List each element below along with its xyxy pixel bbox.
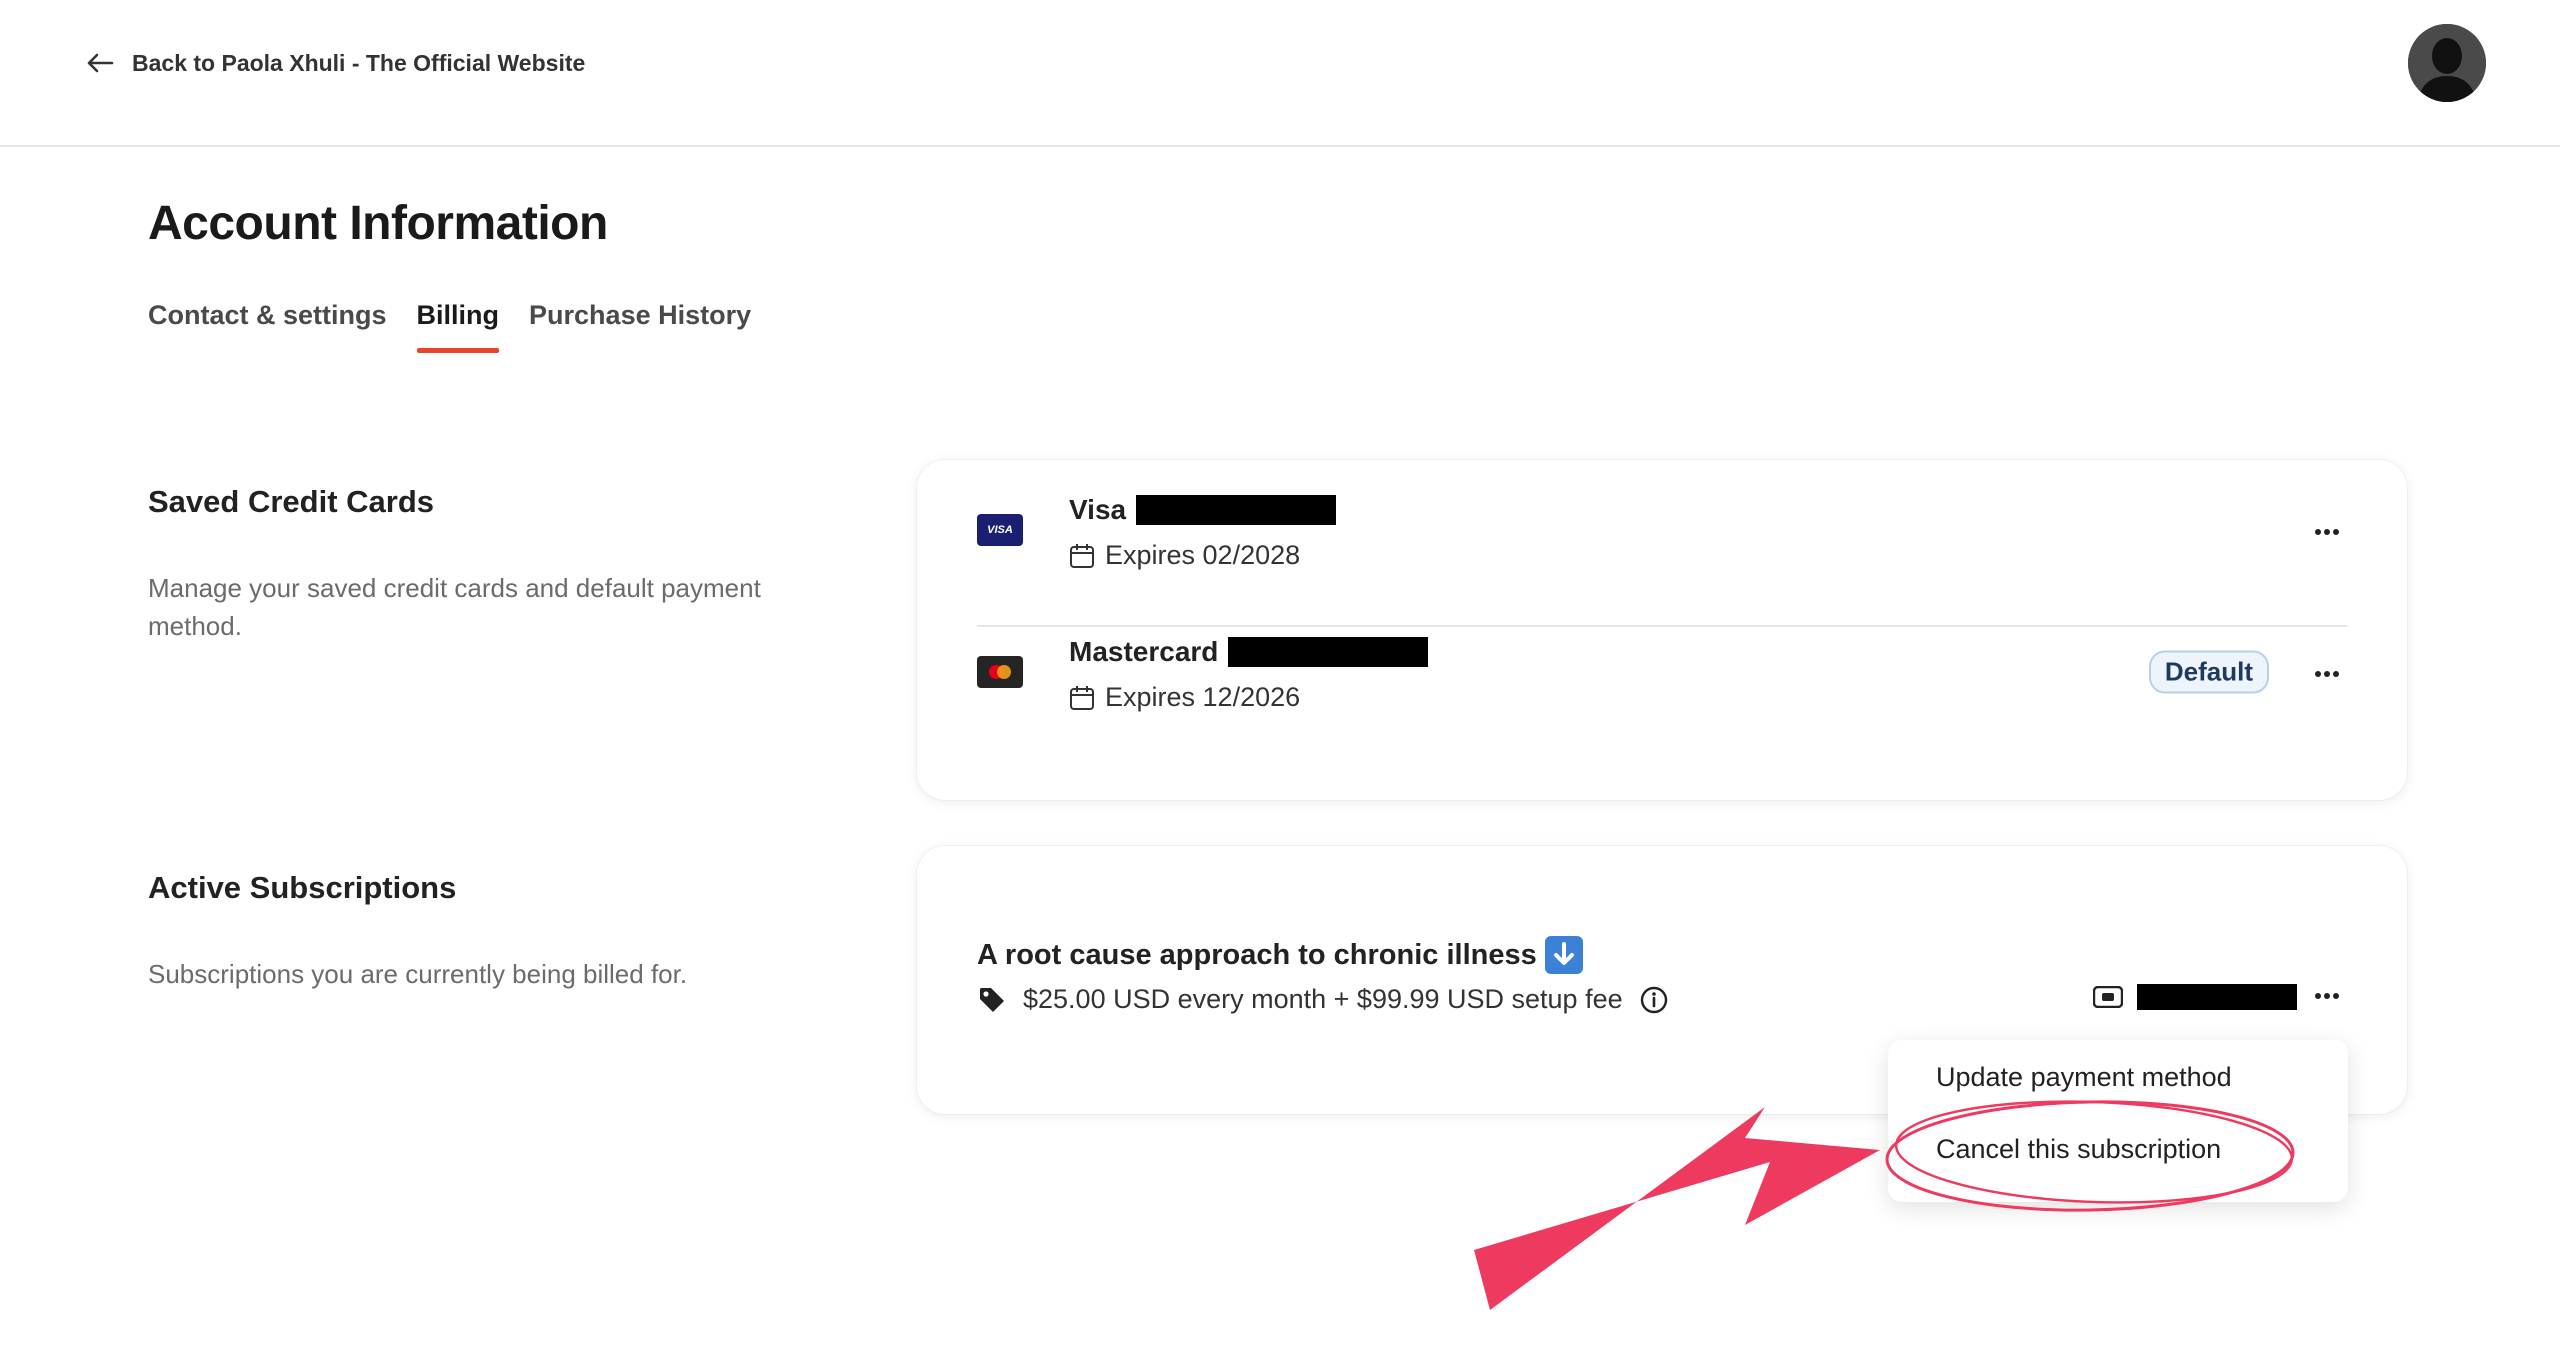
back-link[interactable]: Back to Paola Xhuli - The Official Websi…	[86, 46, 585, 80]
subscription-more-button[interactable]	[2307, 976, 2347, 1016]
saved-cards-description: Manage your saved credit cards and defau…	[148, 573, 761, 641]
redacted-card-number	[2137, 984, 2297, 1010]
tab-contact-settings[interactable]: Contact & settings	[148, 300, 387, 353]
card-icon	[2093, 986, 2123, 1008]
subscriptions-description: Subscriptions you are currently being bi…	[148, 959, 688, 989]
info-icon[interactable]	[1639, 985, 1669, 1015]
default-badge: Default	[2148, 650, 2269, 694]
saved-cards-card: VISA Visa Expires 02/2028 Mastercard Exp…	[917, 460, 2407, 800]
visa-logo-icon: VISA	[977, 514, 1023, 546]
calendar-icon	[1070, 543, 1094, 568]
more-horizontal-icon	[2315, 671, 2339, 677]
card-expiry: Expires 12/2026	[1069, 682, 1300, 713]
card-more-button[interactable]	[2307, 654, 2347, 694]
calendar-icon	[1070, 685, 1094, 710]
subscription-price: $25.00 USD every month + $99.99 USD setu…	[977, 984, 1669, 1015]
card-name: Visa	[1069, 494, 1337, 526]
subscription-name: A root cause approach to chronic illness	[977, 936, 1583, 974]
avatar-silhouette-icon	[2408, 24, 2486, 102]
card-row-mastercard: Mastercard Expires 12/2026 Default	[977, 602, 2347, 742]
saved-cards-title: Saved Credit Cards	[148, 484, 434, 519]
card-expiry-text: Expires 02/2028	[1105, 540, 1301, 570]
more-horizontal-icon	[2315, 529, 2339, 535]
back-link-label: Back to Paola Xhuli - The Official Websi…	[132, 49, 586, 76]
redacted-card-number	[1228, 637, 1429, 667]
subscription-name-text: A root cause approach to chronic illness	[977, 938, 1537, 971]
page-title: Account Information	[148, 197, 608, 250]
subscription-actions-menu: Update payment method Cancel this subscr…	[1888, 1040, 2348, 1202]
mastercard-logo-icon	[977, 656, 1023, 688]
card-name: Mastercard	[1069, 636, 1429, 668]
arrow-left-icon	[87, 53, 114, 73]
tab-bar: Contact & settings Billing Purchase Hist…	[148, 300, 781, 353]
tab-billing[interactable]: Billing	[416, 300, 499, 353]
menu-item-cancel-subscription[interactable]: Cancel this subscription	[1936, 1134, 2221, 1165]
card-expiry: Expires 02/2028	[1069, 540, 1300, 571]
top-bar: Back to Paola Xhuli - The Official Websi…	[0, 0, 2560, 147]
more-horizontal-icon	[2315, 993, 2339, 999]
redacted-card-number	[1136, 495, 1337, 525]
card-more-button[interactable]	[2307, 512, 2347, 552]
tab-purchase-history[interactable]: Purchase History	[529, 300, 751, 353]
tag-icon	[980, 987, 1004, 1012]
subscription-price-text: $25.00 USD every month + $99.99 USD setu…	[1023, 984, 1623, 1014]
card-brand: Mastercard	[1069, 636, 1219, 667]
card-brand: Visa	[1069, 494, 1127, 525]
avatar[interactable]	[2408, 24, 2486, 102]
annotation-arrow	[1474, 1107, 1880, 1310]
subscriptions-title: Active Subscriptions	[148, 870, 457, 905]
menu-item-update-payment[interactable]: Update payment method	[1936, 1062, 2232, 1093]
card-row-visa: VISA Visa Expires 02/2028	[977, 460, 2347, 600]
down-arrow-emoji-icon	[1544, 936, 1583, 974]
card-expiry-text: Expires 12/2026	[1105, 682, 1301, 712]
subscription-payment-card	[2093, 984, 2297, 1010]
